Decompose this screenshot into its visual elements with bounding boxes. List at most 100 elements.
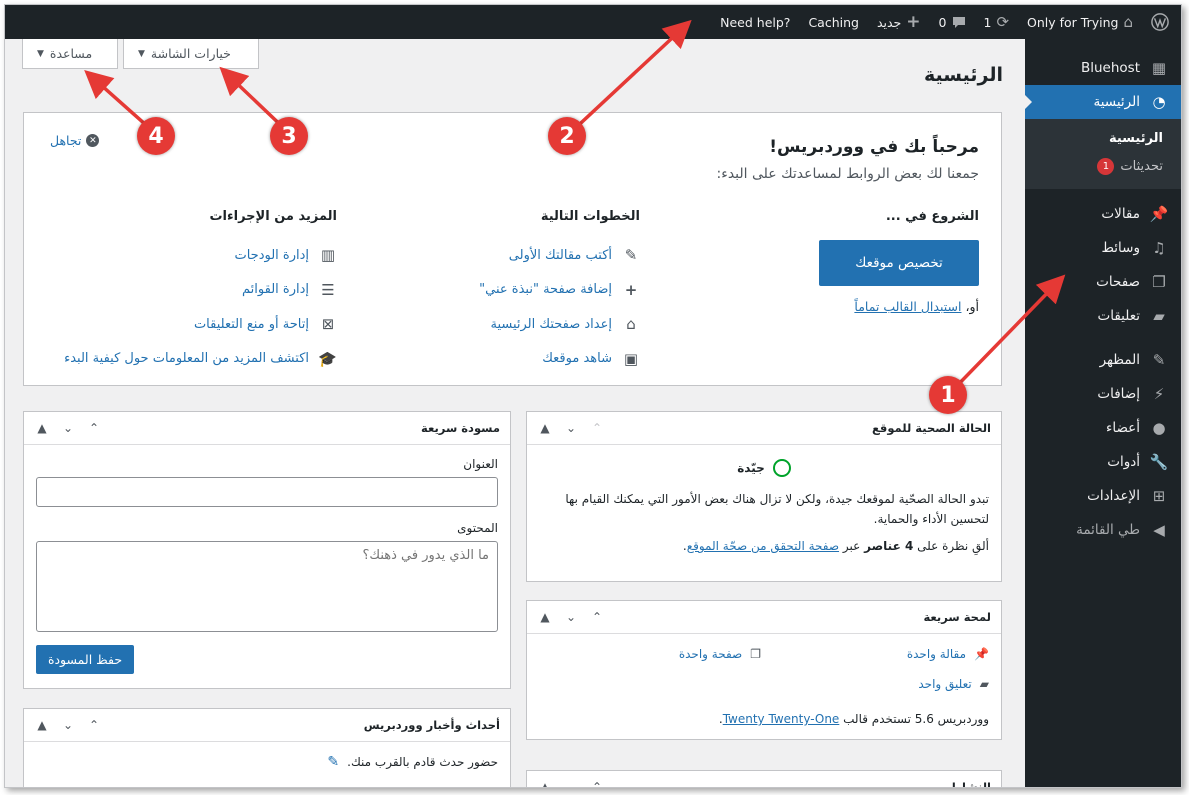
need-help-label: Need help? bbox=[720, 14, 791, 30]
comments-count: 0 bbox=[938, 14, 947, 30]
pencil-icon[interactable]: ✎ bbox=[327, 754, 339, 770]
chevron-up-icon[interactable]: ⌃ bbox=[589, 780, 605, 787]
collapse-icon: ◀ bbox=[1153, 521, 1165, 539]
chevron-down-icon[interactable]: ⌄ bbox=[563, 610, 579, 624]
sidebar-item-tools[interactable]: 🔧 أدوات bbox=[1025, 445, 1181, 479]
toggle-comments-link[interactable]: ⊠ إتاحة أو منع التعليقات bbox=[37, 307, 337, 342]
updates-menu[interactable]: ⟳ 1 bbox=[975, 5, 1019, 39]
comments-toggle-icon: ⊠ bbox=[321, 315, 335, 334]
move-up-icon[interactable]: ▲ bbox=[537, 610, 553, 624]
admin-sidebar: ▦ Bluehost ◔ الرئيسية الرئيسية تحديثات 1… bbox=[1024, 39, 1181, 787]
chevron-up-icon[interactable]: ⌃ bbox=[86, 718, 102, 732]
sidebar-item-media[interactable]: ♫ وسائط bbox=[1025, 231, 1181, 265]
settings-icon: ⊞ bbox=[1152, 487, 1166, 505]
chevron-down-icon[interactable]: ⌄ bbox=[563, 780, 579, 787]
events-header: أحداث وأخبار ووردبريس ▲ ⌄ ⌃ bbox=[24, 709, 510, 742]
new-label: جديد bbox=[876, 14, 902, 30]
sidebar-item-users[interactable]: ● أعضاء bbox=[1025, 411, 1181, 445]
sidebar-item-comments[interactable]: ▰ تعليقات bbox=[1025, 299, 1181, 333]
theme-link[interactable]: Twenty Twenty-One bbox=[723, 712, 840, 726]
manage-menus-link[interactable]: ☰ إدارة القوائم bbox=[37, 273, 337, 308]
caret-down-icon: ▼ bbox=[37, 48, 44, 59]
learn-more-link[interactable]: 🎓 اكتشف المزيد من المعلومات حول كيفية ال… bbox=[37, 342, 337, 377]
site-health-title: الحالة الصحية للموقع bbox=[871, 421, 991, 435]
annotation-number-2: 2 bbox=[548, 117, 586, 155]
at-a-glance-header: لمحة سريعة ▲ ⌄ ⌃ bbox=[527, 601, 1001, 634]
need-help-menu[interactable]: Need help? bbox=[711, 5, 799, 39]
sidebar-item-bluehost[interactable]: ▦ Bluehost bbox=[1025, 51, 1181, 85]
wp-logo-menu[interactable] bbox=[1142, 5, 1181, 39]
write-first-post-link[interactable]: ✎ أكتب مقالتك الأولى bbox=[440, 238, 640, 273]
draft-content-textarea[interactable] bbox=[36, 541, 498, 632]
setup-homepage-link[interactable]: ⌂ إعداد صفحتك الرئيسية bbox=[440, 307, 640, 342]
activity-widget: النشاط ▲ ⌄ ⌃ bbox=[526, 770, 1002, 787]
health-items-line: ألقِ نظرة على 4 عناصر عبر صفحة التحقق من… bbox=[682, 539, 989, 553]
customize-site-button[interactable]: تخصيص موقعك bbox=[819, 240, 979, 286]
move-up-icon[interactable]: ▲ bbox=[537, 421, 553, 435]
sidebar-item-plugins[interactable]: ⚡ إضافات bbox=[1025, 377, 1181, 411]
welcome-about: جمعنا لك بعض الروابط لمساعدتك على البدء: bbox=[716, 166, 979, 182]
chevron-up-icon[interactable]: ⌃ bbox=[589, 610, 605, 624]
health-circle-icon bbox=[772, 459, 791, 477]
health-status: جيّدة bbox=[539, 459, 989, 477]
sidebar-item-collapse[interactable]: ◀ طي القائمة bbox=[1025, 513, 1181, 547]
wordpress-logo-icon bbox=[1151, 13, 1169, 31]
comments-menu[interactable]: 0 bbox=[930, 5, 975, 39]
screen-options-button[interactable]: ▼ خيارات الشاشة bbox=[123, 39, 259, 69]
site-health-body: جيّدة تبدو الحالة الصحّية لموقعك جيدة، و… bbox=[527, 445, 1001, 565]
posts-count-link[interactable]: 📌 مقالة واحدة bbox=[907, 647, 989, 661]
submenu-item-updates[interactable]: تحديثات 1 bbox=[1025, 154, 1181, 179]
plus-icon: + bbox=[624, 280, 638, 299]
appearance-icon: ✎ bbox=[1152, 351, 1166, 369]
new-content-menu[interactable]: + جديد bbox=[868, 5, 930, 39]
move-up-icon[interactable]: ▲ bbox=[34, 421, 50, 435]
help-button[interactable]: ▼ مساعدة bbox=[22, 39, 118, 69]
draft-title-input[interactable] bbox=[36, 477, 498, 507]
site-name: Only for Trying bbox=[1027, 14, 1119, 30]
pin-icon: 📌 bbox=[974, 647, 989, 661]
tools-icon: 🔧 bbox=[1149, 453, 1169, 471]
activity-header: النشاط ▲ ⌄ ⌃ bbox=[527, 771, 1001, 787]
view-site-link[interactable]: ▣ شاهد موقعك bbox=[440, 342, 640, 377]
pages-count-link[interactable]: ❐ صفحة واحدة bbox=[679, 647, 761, 661]
widget-handles: ▲ ⌄ ⌃ bbox=[537, 610, 605, 624]
chevron-down-icon[interactable]: ⌄ bbox=[563, 421, 579, 435]
welcome-panel: مرحباً بك في ووردبريس! جمعنا لك بعض الرو… bbox=[23, 112, 1002, 386]
chevron-up-icon[interactable]: ⌃ bbox=[86, 421, 102, 435]
submenu-item-home[interactable]: الرئيسية bbox=[1025, 127, 1181, 150]
title-label: العنوان bbox=[463, 457, 498, 471]
updates-badge: 1 bbox=[1097, 158, 1115, 175]
page-title: الرئيسية bbox=[924, 64, 1003, 86]
wp-admin-window: ⌂ Only for Trying ⟳ 1 0 + جديد Caching N… bbox=[4, 4, 1182, 788]
updates-count: 1 bbox=[983, 14, 992, 30]
at-a-glance-widget: لمحة سريعة ▲ ⌄ ⌃ 📌 مقالة واحدة ❐ صفحة وا… bbox=[526, 600, 1002, 740]
change-theme-link[interactable]: استبدال القالب تماماً bbox=[854, 299, 961, 314]
users-icon: ● bbox=[1152, 419, 1166, 437]
comments-count-link[interactable]: ▰ تعليق واحد bbox=[918, 677, 989, 691]
pages-icon: ❐ bbox=[750, 647, 761, 661]
annotation-number-4: 4 bbox=[137, 117, 175, 155]
move-up-icon[interactable]: ▲ bbox=[34, 718, 50, 732]
site-health-link[interactable]: صفحة التحقق من صحّة الموقع bbox=[687, 539, 839, 553]
add-about-page-link[interactable]: + إضافة صفحة "نبذة عني" bbox=[440, 273, 640, 308]
sidebar-item-dashboard[interactable]: ◔ الرئيسية bbox=[1024, 85, 1181, 119]
sidebar-item-posts[interactable]: 📌 مقالات bbox=[1025, 197, 1181, 231]
close-circle-icon: ✕ bbox=[86, 134, 100, 147]
widget-handles: ▲ ⌄ ⌃ bbox=[34, 718, 102, 732]
plugins-icon: ⚡ bbox=[1153, 385, 1165, 403]
site-name-menu[interactable]: ⌂ Only for Trying bbox=[1018, 5, 1142, 39]
manage-widgets-link[interactable]: ▥ إدارة الودجات bbox=[37, 238, 337, 273]
sidebar-item-label: Bluehost bbox=[1080, 60, 1140, 76]
chevron-down-icon[interactable]: ⌄ bbox=[60, 421, 76, 435]
sidebar-item-settings[interactable]: ⊞ الإعدادات bbox=[1025, 479, 1181, 513]
move-up-icon[interactable]: ▲ bbox=[537, 780, 553, 787]
save-draft-button[interactable]: حفظ المسودة bbox=[36, 645, 134, 674]
caret-down-icon: ▼ bbox=[138, 48, 145, 59]
caching-menu[interactable]: Caching bbox=[799, 5, 868, 39]
chevron-up-icon[interactable]: ⌃ bbox=[589, 421, 605, 435]
sidebar-item-pages[interactable]: ❐ صفحات bbox=[1025, 265, 1181, 299]
widget-handles: ▲ ⌄ ⌃ bbox=[537, 421, 605, 435]
dismiss-link[interactable]: ✕ تجاهل bbox=[50, 133, 100, 148]
sidebar-item-appearance[interactable]: ✎ المظهر bbox=[1025, 343, 1181, 377]
chevron-down-icon[interactable]: ⌄ bbox=[60, 718, 76, 732]
